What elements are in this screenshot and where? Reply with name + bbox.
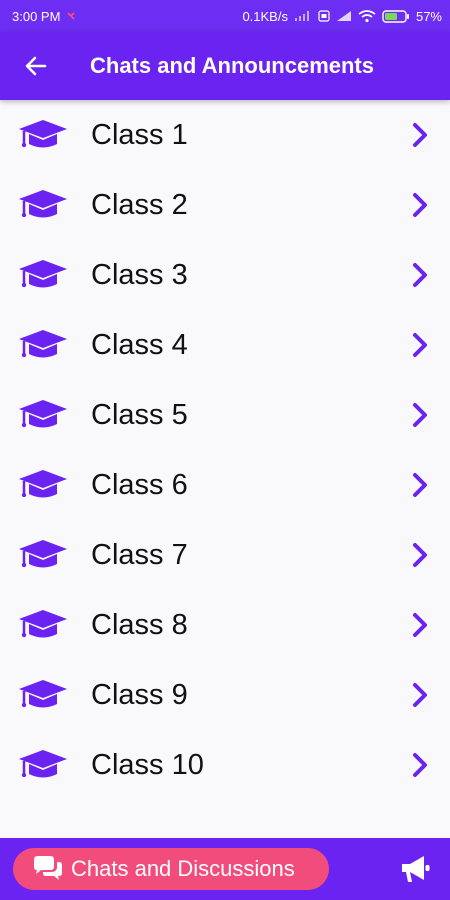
class-list-item[interactable]: Class 8	[0, 590, 450, 660]
graduation-cap-icon	[19, 400, 67, 428]
signal-strength-icon	[336, 11, 351, 21]
chevron-right-icon	[413, 263, 427, 287]
class-list-item[interactable]: Class 10	[0, 730, 450, 800]
status-time: 3:00 PM	[12, 8, 61, 24]
class-list-item[interactable]: Class 5	[0, 380, 450, 450]
chevron-right-icon	[413, 613, 427, 637]
class-list-item[interactable]: Class 2	[0, 170, 450, 240]
sim-icon	[318, 10, 330, 22]
class-label: Class 9	[91, 678, 188, 711]
chevron-right-icon	[413, 193, 427, 217]
class-list-item[interactable]: Class 4	[0, 310, 450, 380]
class-list-item[interactable]: Class 3	[0, 240, 450, 310]
class-label: Class 8	[91, 608, 188, 641]
class-label: Class 2	[91, 188, 188, 221]
class-list-item[interactable]: Class 1	[0, 100, 450, 170]
class-list-item[interactable]: Class 6	[0, 450, 450, 520]
graduation-cap-icon	[19, 260, 67, 288]
graduation-cap-icon	[19, 680, 67, 708]
chat-bubbles-icon	[34, 856, 62, 880]
notification-icon	[67, 12, 75, 20]
battery-percent: 57%	[415, 8, 442, 24]
battery-icon	[382, 9, 409, 23]
back-button[interactable]	[0, 32, 72, 100]
bottom-bar: Chats and Discussions	[0, 838, 450, 900]
class-list-item[interactable]: Class 7	[0, 520, 450, 590]
app-bar: Chats and Announcements	[0, 32, 450, 100]
graduation-cap-icon	[19, 120, 67, 148]
chats-discussions-label: Chats and Discussions	[71, 856, 295, 881]
graduation-cap-icon	[19, 540, 67, 568]
class-label: Class 10	[91, 748, 204, 781]
chevron-right-icon	[413, 753, 427, 777]
graduation-cap-icon	[19, 610, 67, 638]
graduation-cap-icon	[19, 470, 67, 498]
class-label: Class 1	[91, 118, 188, 151]
chevron-right-icon	[413, 473, 427, 497]
arrow-left-icon	[25, 56, 47, 76]
graduation-cap-icon	[19, 190, 67, 218]
class-label: Class 4	[91, 328, 188, 361]
page-title: Chats and Announcements	[90, 53, 374, 78]
chevron-right-icon	[413, 403, 427, 427]
chats-discussions-button[interactable]: Chats and Discussions	[13, 848, 329, 890]
class-label: Class 6	[91, 468, 188, 501]
class-list-item[interactable]: Class 9	[0, 660, 450, 730]
network-speed: 0.1KB/s	[242, 8, 288, 24]
graduation-cap-icon	[19, 330, 67, 358]
chevron-right-icon	[413, 333, 427, 357]
status-bar: 3:00 PM 0.1KB/s 57%	[0, 0, 450, 32]
chevron-right-icon	[413, 123, 427, 147]
signal-icon	[294, 11, 309, 21]
class-label: Class 7	[91, 538, 188, 571]
class-list: Class 1 Class 2 Class 3 Class 4 Class 5 …	[0, 100, 450, 800]
graduation-cap-icon	[19, 750, 67, 778]
class-label: Class 5	[91, 398, 188, 431]
chevron-right-icon	[413, 683, 427, 707]
wifi-icon	[358, 9, 376, 22]
megaphone-icon[interactable]	[398, 853, 432, 885]
class-label: Class 3	[91, 258, 188, 291]
chevron-right-icon	[413, 543, 427, 567]
